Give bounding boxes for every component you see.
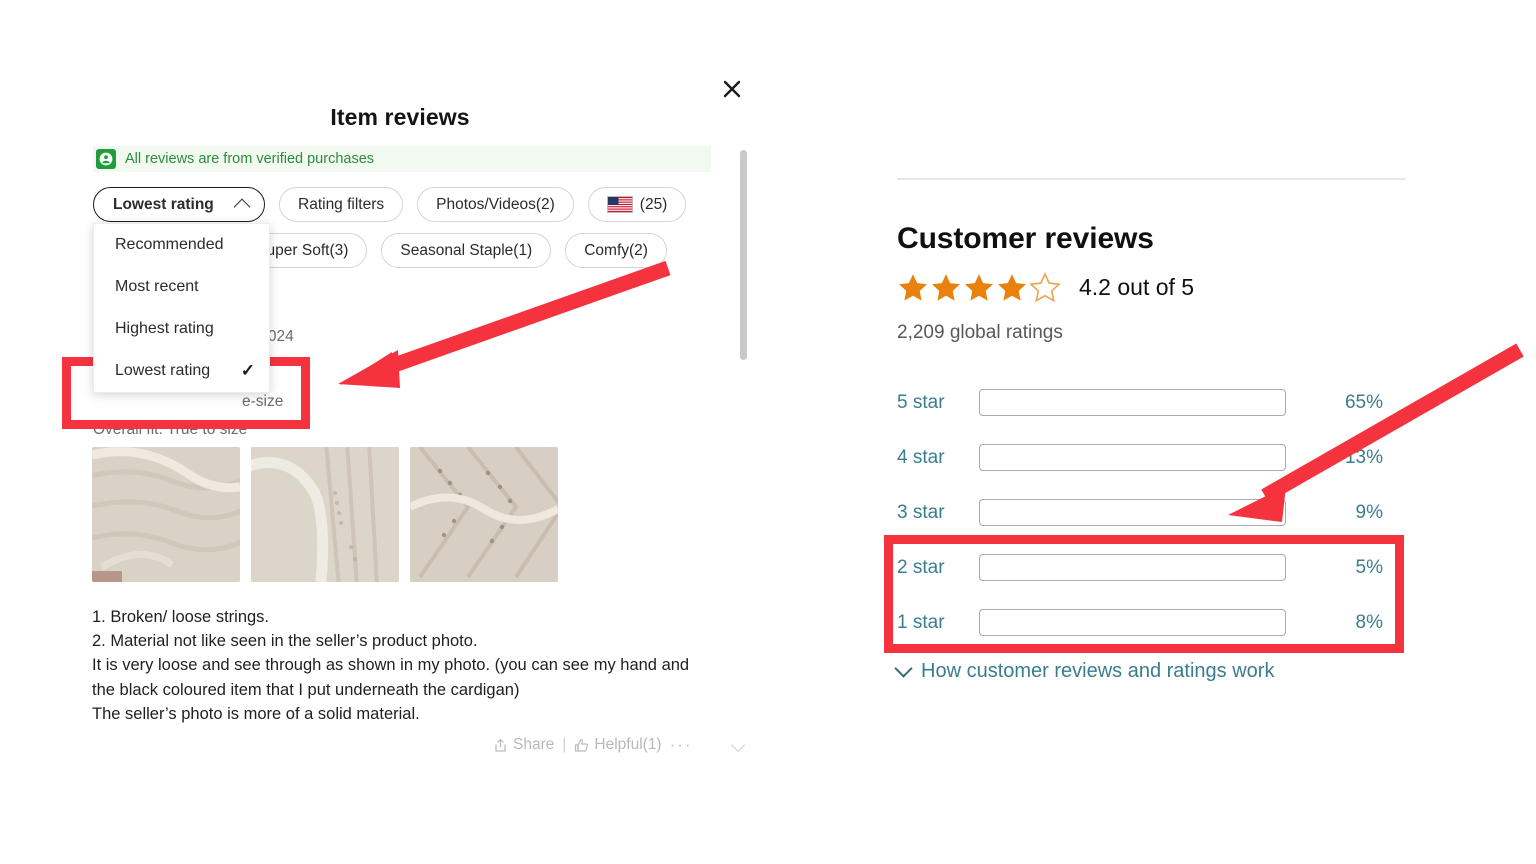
average-rating-row: 4.2 out of 5 [897,272,1194,303]
chevron-down-icon [894,659,913,678]
rating-bar-row-5-star[interactable]: 5 star 65% [897,375,1407,430]
rating-bar-row-1-star[interactable]: 1 star 8% [897,595,1407,650]
page-title: Item reviews [330,104,470,130]
chip-comfy[interactable]: Comfy(2) [565,233,667,268]
sort-option-label: Highest rating [115,320,214,337]
sort-option-label: Lowest rating [115,362,211,379]
rating-bar-percent: 13% [1344,446,1383,468]
chip-rating-filters[interactable]: Rating filters [279,187,404,222]
rating-bar-percent: 5% [1355,556,1383,578]
review-photo-gallery [92,447,558,582]
star-rating[interactable] [897,272,1061,303]
chip-photos-videos[interactable]: Photos/Videos(2) [417,187,574,222]
helpful-button[interactable]: Helpful(1) [574,736,662,754]
overall-fit-label: Overall fit: True to size [93,421,248,438]
chip-country-filter[interactable]: (25) [587,187,687,222]
helpful-label: Helpful(1) [594,736,662,753]
rating-bar-percent: 9% [1355,501,1383,523]
review-action-bar: Share | Helpful(1) ··· [493,735,745,755]
sort-option-recommended[interactable]: Recommended [94,224,269,266]
rating-distribution-chart: 5 star 65% 4 star 13% 3 star 9% 2 star 5… [897,375,1407,650]
share-button[interactable]: Share [493,736,554,754]
average-rating-text: 4.2 out of 5 [1079,274,1195,300]
verified-badge-icon [96,149,116,169]
sort-option-highest-rating[interactable]: Highest rating [94,308,269,350]
share-label: Share [513,736,555,753]
sort-option-lowest-rating[interactable]: Lowest rating ✓ [94,350,269,392]
close-icon[interactable] [717,74,747,104]
rating-bar-row-4-star[interactable]: 4 star 13% [897,430,1407,485]
us-flag-icon [606,196,633,213]
chip-label: Comfy(2) [584,241,648,259]
rating-bar-row-2-star[interactable]: 2 star 5% [897,540,1407,595]
sort-option-label: Most recent [115,278,199,295]
chevron-down-icon[interactable] [730,737,745,753]
star-outline-icon [1029,272,1061,303]
review-photo[interactable] [251,447,399,582]
chevron-up-icon [233,198,251,215]
verified-purchases-banner: All reviews are from verified purchases [93,146,711,172]
rating-bar-track [979,389,1286,416]
star-filled-icon [965,274,993,301]
sort-option-most-recent[interactable]: Most recent [94,266,269,308]
item-reviews-modal: Item reviews All reviews are from verifi… [45,60,755,765]
chip-label: Super Soft(3) [256,241,349,259]
review-size-fragment: e-size [242,393,284,410]
modal-scrollbar[interactable] [740,150,747,360]
chip-label: (25) [639,195,668,213]
verified-purchases-label: All reviews are from verified purchases [125,151,375,167]
customer-reviews-title: Customer reviews [897,222,1154,255]
section-divider [897,178,1405,180]
chip-label: Rating filters [298,195,385,213]
global-ratings-count: 2,209 global ratings [897,322,1063,343]
chip-label: Seasonal Staple(1) [400,241,533,259]
rating-bar-track [979,609,1286,636]
review-body-text: 1. Broken/ loose strings. 2. Material no… [92,608,690,723]
star-filled-icon [998,274,1026,301]
rating-bar-label: 4 star [897,446,945,468]
review-photo[interactable] [410,447,558,582]
sort-dropdown-label: Lowest rating [113,195,214,213]
sort-dropdown-menu: Recommended Most recent Highest rating L… [93,223,270,393]
star-filled-icon [932,274,960,301]
sort-dropdown-button[interactable]: Lowest rating [93,187,265,222]
rating-bar-percent: 8% [1355,611,1383,633]
review-photo[interactable] [92,447,240,582]
customer-reviews-panel: Customer reviews 4.2 out of 5 2,209 glob… [840,60,1480,740]
thumbs-up-icon [575,738,589,752]
rating-bar-track [979,499,1286,526]
chip-seasonal-staple[interactable]: Seasonal Staple(1) [381,233,552,268]
how-reviews-work-label: How customer reviews and ratings work [921,660,1275,682]
action-separator: | [562,736,567,753]
filter-chip-row-primary: Lowest rating Rating filters Photos/Vide… [93,187,687,222]
rating-bar-percent: 65% [1344,391,1383,413]
sort-option-label: Recommended [115,236,224,253]
rating-bar-label: 3 star [897,501,945,523]
rating-bar-label: 2 star [897,556,945,578]
star-filled-icon [899,274,927,301]
more-options-button[interactable]: ··· [670,735,693,755]
rating-bar-row-3-star[interactable]: 3 star 9% [897,485,1407,540]
rating-bar-track [979,554,1286,581]
checkmark-icon: ✓ [240,361,255,380]
chip-label: Photos/Videos(2) [436,195,555,213]
rating-bar-label: 1 star [897,611,945,633]
rating-bar-label: 5 star [897,391,945,413]
how-reviews-work-link[interactable]: How customer reviews and ratings work [894,659,1275,683]
rating-bar-track [979,444,1286,471]
share-icon [495,738,506,752]
